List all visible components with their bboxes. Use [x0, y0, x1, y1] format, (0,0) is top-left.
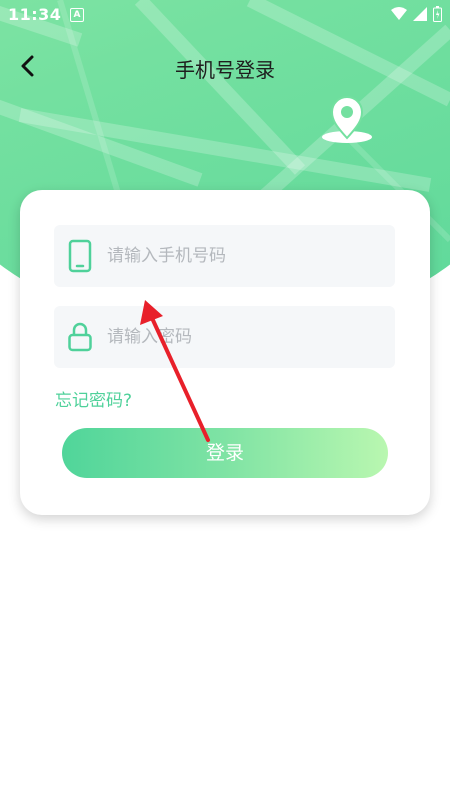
status-time: 11:34 — [8, 5, 62, 24]
battery-icon — [433, 6, 442, 22]
a-icon: A — [70, 8, 84, 22]
login-screen: 11:34 A 手机号登录 请输入手机号码 忘记密码? 登录 — [0, 0, 450, 800]
wifi-icon — [391, 7, 407, 20]
login-card: 忘记密码? 登录 — [20, 190, 430, 515]
password-field[interactable] — [54, 306, 395, 368]
forgot-password-link[interactable]: 忘记密码? — [55, 386, 132, 411]
phone-input[interactable] — [107, 225, 387, 287]
lock-icon — [68, 322, 92, 352]
phone-icon — [68, 239, 92, 273]
signal-icon — [413, 7, 427, 21]
title-bar: 手机号登录 — [0, 44, 450, 90]
status-icons — [391, 6, 442, 22]
status-bar: 11:34 A — [0, 0, 450, 32]
page-title: 手机号登录 — [175, 58, 275, 82]
password-input[interactable] — [107, 306, 387, 368]
login-button[interactable]: 登录 — [62, 428, 388, 478]
phone-field[interactable] — [54, 225, 395, 287]
location-pin-icon — [322, 96, 372, 143]
